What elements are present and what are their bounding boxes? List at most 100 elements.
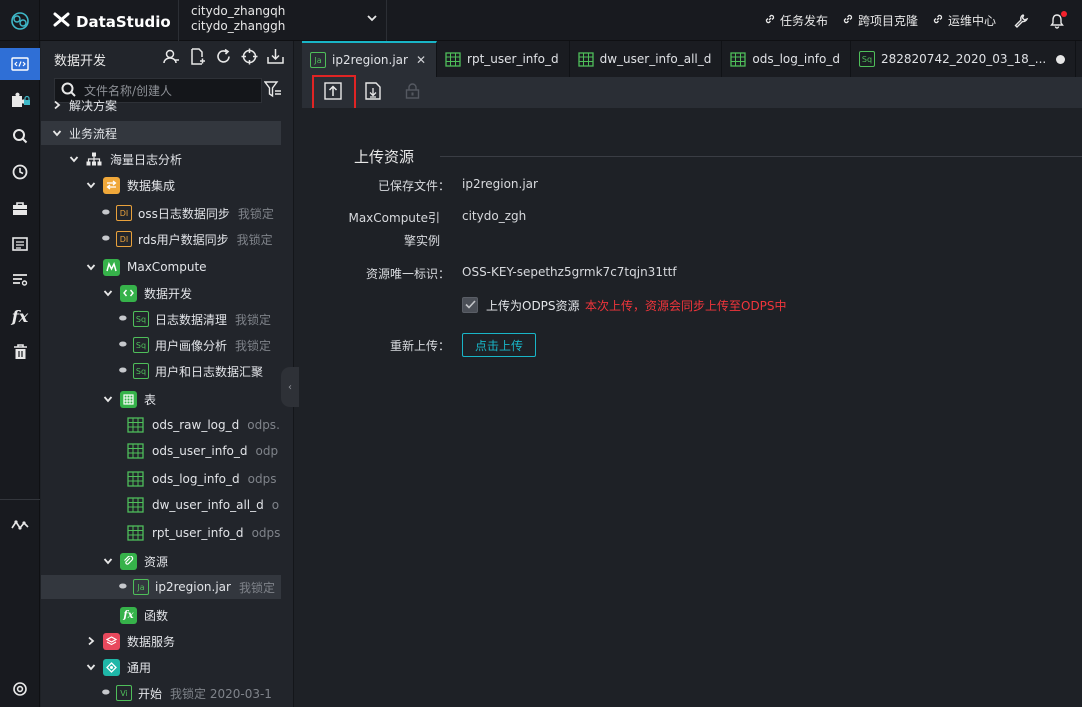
dev-folder-icon	[120, 284, 144, 302]
puzzle-lock-icon[interactable]	[0, 84, 40, 116]
chevron-down-icon	[68, 153, 80, 165]
tree-item-label: ip2region.jar	[155, 580, 231, 594]
upload-odps-label[interactable]: 上传为ODPS资源	[486, 297, 580, 314]
chevron-right-icon	[85, 635, 97, 647]
tab-label: rpt_user_info_d	[467, 52, 559, 66]
tree-file-item[interactable]: ⬬ Sq 用户和日志数据汇聚	[41, 359, 281, 383]
tree-file-item[interactable]: ⬬ Vi 开始 我锁定 2020-03-1	[41, 681, 281, 705]
function-fx-icon[interactable]: fx	[0, 300, 40, 332]
settings-gear-icon[interactable]	[0, 673, 40, 705]
workflow-icon	[86, 152, 102, 166]
tree-workflow[interactable]: 海量日志分析	[41, 147, 281, 171]
project-selector[interactable]: citydo_zhangqh citydo_zhanggh	[178, 0, 387, 41]
tree-folder[interactable]: 表	[41, 387, 281, 411]
editor-tab[interactable]: DI	[1076, 41, 1082, 77]
wrench-icon[interactable]	[1010, 10, 1032, 32]
engine-instance-label-line1: MaxCompute引	[348, 211, 440, 225]
lineage-graph-icon[interactable]	[0, 509, 40, 541]
tree-folder[interactable]: fx 函数	[41, 603, 281, 627]
click-upload-button[interactable]: 点击上传	[462, 333, 536, 357]
tree-folder[interactable]: 资源	[41, 549, 281, 573]
upload-odps-checkbox[interactable]	[462, 297, 478, 313]
left-rail: fx	[0, 41, 40, 707]
table-list-icon[interactable]	[0, 228, 40, 260]
editor-tab[interactable]: rpt_user_info_d	[437, 41, 570, 77]
tree-folder[interactable]: 数据集成	[41, 173, 281, 197]
file-type-icon: Sq	[133, 311, 149, 327]
tree-file-item[interactable]: ⬬ Sq 用户画像分析 我锁定	[41, 333, 281, 357]
tree-file-item[interactable]: ⬬ Sq 日志数据清理 我锁定	[41, 307, 281, 331]
tree-item-label: rds用户数据同步	[138, 232, 229, 247]
sidebar-collapse-handle[interactable]: ‹	[281, 367, 299, 407]
notification-dot	[1061, 10, 1067, 17]
editor-tab[interactable]: Ja ip2region.jar ✕	[302, 41, 438, 77]
tree-table-item[interactable]: ods_raw_log_d odps.	[41, 413, 281, 437]
briefcase-icon[interactable]	[0, 192, 40, 224]
lock-button[interactable]	[397, 77, 427, 108]
download-button[interactable]	[358, 77, 388, 108]
refresh-icon[interactable]	[215, 48, 232, 68]
table-icon	[127, 525, 144, 541]
ops-center-link[interactable]: 运维中心	[932, 12, 996, 29]
table-icon	[730, 51, 747, 67]
file-type-icon: DI	[116, 231, 132, 247]
editor-tab[interactable]: ods_log_info_d	[722, 41, 851, 77]
bell-icon[interactable]	[1046, 10, 1068, 32]
tree-group-business-flow[interactable]: 业务流程	[41, 121, 281, 145]
tree-folder[interactable]: MaxCompute	[41, 255, 281, 279]
locate-target-icon[interactable]	[241, 48, 258, 68]
project-owner: citydo_zhanggh	[191, 19, 286, 33]
task-publish-link[interactable]: 任务发布	[764, 12, 828, 29]
tree-file-item[interactable]: ⬬ Ja ip2region.jar 我锁定	[41, 575, 281, 599]
editor-tab[interactable]: Sq 282820742_2020_03_18_...	[851, 41, 1077, 77]
chevron-down-icon	[51, 127, 63, 139]
cross-project-clone-label: 跨项目克隆	[857, 14, 918, 28]
chevron-down-icon	[85, 179, 97, 191]
tree-item-meta: o	[271, 498, 280, 512]
tree-table-item[interactable]: ods_log_info_d odps	[41, 467, 281, 491]
resource-key-value: OSS-KEY-sepethz5grmk7c7tqjn31ttf	[462, 265, 677, 279]
search-icon[interactable]	[0, 120, 40, 152]
engine-instance-label-line2: 擎实例	[403, 234, 440, 248]
tree-folder[interactable]: 通用	[41, 655, 281, 679]
tree-table-item[interactable]: rpt_user_info_d odps	[41, 521, 281, 545]
tree-file-item[interactable]: ⬬ DI oss日志数据同步 我锁定	[41, 201, 281, 225]
tree-folder-solutions[interactable]: 解决方案	[41, 95, 281, 115]
tree-item-label: ods_raw_log_d	[152, 418, 240, 432]
res-folder-icon	[120, 552, 144, 570]
di-folder-icon	[103, 176, 127, 194]
tree-folder[interactable]: 数据开发	[41, 281, 281, 305]
function-folder-icon: fx	[120, 606, 144, 624]
section-title: 上传资源	[354, 148, 415, 166]
close-icon[interactable]: ✕	[416, 53, 426, 67]
cross-project-clone-link[interactable]: 跨项目克隆	[842, 12, 918, 29]
tab-label: ods_log_info_d	[752, 52, 840, 66]
lock-key-icon: ⬬	[119, 314, 127, 324]
clock-icon[interactable]	[0, 156, 40, 188]
editor-tab[interactable]: dw_user_info_all_d	[570, 41, 723, 77]
tree-file-item[interactable]: ⬬ DI rds用户数据同步 我锁定	[41, 227, 281, 251]
tree-table-item[interactable]: dw_user_info_all_d o	[41, 493, 281, 517]
table-icon	[127, 417, 144, 433]
import-icon[interactable]	[267, 48, 284, 68]
tree-folder[interactable]: 数据服务	[41, 629, 281, 653]
app-logo-icon[interactable]	[0, 0, 40, 41]
chevron-down-icon	[102, 393, 114, 405]
checkmark-icon	[464, 298, 476, 312]
brand[interactable]: DataStudio	[53, 11, 171, 32]
tree-table-item[interactable]: ods_user_info_d odp	[41, 439, 281, 463]
user-filter-icon[interactable]	[163, 48, 180, 68]
trash-icon[interactable]	[0, 336, 40, 368]
tree-item-meta: odps.	[247, 418, 280, 432]
code-icon[interactable]	[0, 48, 40, 80]
reupload-label: 重新上传：	[389, 339, 450, 353]
file-type-icon: Sq	[133, 363, 149, 379]
tab-label: 282820742_2020_03_18_...	[881, 52, 1047, 66]
project-name: citydo_zhangqh	[191, 4, 286, 18]
list-settings-icon[interactable]	[0, 264, 40, 296]
tree-item-label: 海量日志分析	[110, 152, 183, 167]
tree-item-label: 用户和日志数据汇聚	[155, 364, 264, 379]
tree-item-label: 函数	[144, 608, 169, 623]
new-file-icon[interactable]	[189, 48, 206, 68]
tree-item-label: ods_user_info_d	[152, 444, 248, 458]
